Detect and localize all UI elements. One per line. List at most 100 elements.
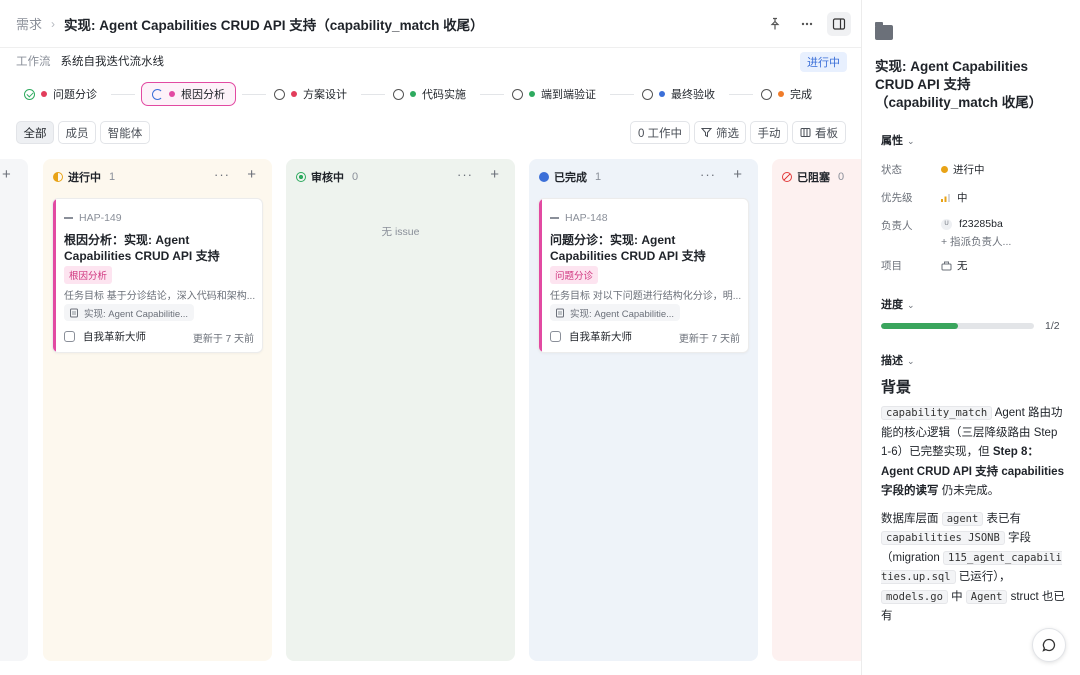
stage-dot [291, 91, 297, 97]
empty-circle-icon [761, 88, 772, 100]
description-section[interactable]: 描述 ⌄ [881, 352, 915, 368]
description-label: 描述 [881, 355, 903, 367]
inline-code: agent [941, 511, 984, 526]
stage-label: 方案设计 [303, 89, 347, 101]
board-column-done: 已完成 1 ··· + HAP-148 问题分诊：实现: Agent Capab… [529, 159, 758, 661]
stage-implement[interactable]: 代码实施 [391, 82, 474, 106]
column-header: 已阻塞 0 [782, 169, 851, 185]
sort-manual-button[interactable]: 手动 [750, 121, 788, 144]
stage-e2e[interactable]: 端到端验证 [510, 82, 604, 106]
stage-root-cause[interactable]: 根因分析 [141, 82, 236, 106]
empty-circle-icon [274, 88, 285, 100]
issue-desc: 任务目标 基于分诊结论，深入代码和架构... [64, 291, 256, 302]
chat-icon [1042, 638, 1056, 652]
column-count: 0 [838, 171, 845, 183]
issue-title: 根因分析：实现: Agent Capabilities CRUD API 支持（… [64, 233, 220, 263]
issue-id: HAP-148 [550, 212, 608, 224]
stage-design[interactable]: 方案设计 [272, 82, 355, 106]
column-label: 已阻塞 [797, 172, 830, 184]
project-key: 项目 [881, 260, 902, 272]
parent-link[interactable]: 实现: Agent Capabilitie... [64, 304, 194, 321]
board-column-review: 审核中 0 ··· + 无 issue [286, 159, 515, 661]
assignee-value[interactable]: Uf23285ba [941, 218, 1003, 230]
issue-card[interactable]: HAP-148 问题分诊：实现: Agent Capabilities CRUD… [538, 198, 749, 353]
bot-icon [64, 331, 75, 342]
chat-button[interactable] [1032, 628, 1066, 662]
progress-label: 进度 [881, 299, 903, 311]
empty-circle-icon [512, 88, 523, 100]
stage-connector [242, 93, 266, 95]
desc-text: 仍未完成。 [938, 485, 1000, 497]
board-view-button[interactable]: 看板 [792, 121, 846, 144]
pin-icon[interactable] [763, 12, 787, 36]
more-icon[interactable]: ··· [457, 167, 473, 182]
more-icon[interactable]: ··· [700, 167, 716, 182]
empty-circle-icon [393, 88, 404, 100]
status-value[interactable]: 进行中 [941, 162, 985, 177]
parent-link-text: 实现: Agent Capabilitie... [570, 308, 675, 320]
page-header: 需求 › 实现: Agent Capabilities CRUD API 支持（… [0, 0, 861, 48]
assignee-name: 自我革新大师 [569, 331, 632, 343]
issue-card[interactable]: HAP-149 根因分析：实现: Agent Capabilities CRUD… [52, 198, 263, 353]
column-label: 审核中 [311, 172, 344, 184]
chevron-down-icon: ⌄ [907, 136, 915, 146]
review-status-icon [296, 172, 306, 182]
doc-icon [556, 308, 564, 317]
avatar: U [941, 218, 952, 230]
more-icon[interactable] [795, 12, 819, 36]
issue-tag: 根因分析 [64, 266, 113, 284]
breadcrumb[interactable]: 需求 [16, 14, 42, 33]
column-label: 进行中 [68, 172, 101, 184]
priority-icon [64, 217, 73, 219]
project-value[interactable]: 无 [941, 258, 968, 273]
toggle-panel-icon[interactable] [827, 12, 851, 36]
issue-id: HAP-149 [64, 212, 122, 224]
blocked-status-icon [782, 172, 792, 182]
empty-state: 无 issue [381, 226, 420, 238]
stage-triage[interactable]: 问题分诊 [22, 82, 105, 106]
filter-agents-button[interactable]: 智能体 [100, 121, 150, 144]
desc-paragraph: capability_match Agent 路由功能的核心逻辑（三层降级路由 … [881, 404, 1066, 502]
column-count: 0 [352, 171, 359, 183]
column-header: 已完成 1 ··· + [539, 166, 748, 185]
more-icon[interactable]: ··· [214, 167, 230, 182]
filter-button[interactable]: 筛选 [694, 121, 746, 144]
assign-more-link[interactable]: + 指派负责人... [941, 234, 1011, 249]
issue-title: 问题分诊：实现: Agent Capabilities CRUD API 支持（… [550, 233, 706, 263]
priority-icon [550, 217, 559, 219]
priority-value[interactable]: 中 [941, 190, 968, 205]
check-circle-icon [24, 88, 35, 100]
stage-connector [729, 93, 753, 95]
stage-dot [410, 91, 416, 97]
working-count-button[interactable]: 0 工作中 [630, 121, 690, 144]
stage-acceptance[interactable]: 最终验收 [640, 82, 723, 106]
priority-bars-icon [941, 194, 950, 202]
filter-members-button[interactable]: 成员 [58, 121, 96, 144]
stage-label: 最终验收 [671, 89, 715, 101]
workflow-value[interactable]: 系统自我迭代流水线 [61, 53, 165, 69]
column-label: 已完成 [554, 172, 587, 184]
progress-section[interactable]: 进度 ⌄ [881, 296, 915, 312]
add-icon[interactable]: + [2, 166, 11, 183]
add-icon[interactable]: + [490, 166, 499, 183]
board-label: 看板 [815, 127, 838, 140]
progress-fill [881, 323, 958, 329]
filter-all-button[interactable]: 全部 [16, 121, 54, 144]
add-icon[interactable]: + [247, 166, 256, 183]
desc-text: 数据库层面 [881, 512, 942, 525]
assignee: 自我革新大师 [550, 329, 632, 344]
column-count: 1 [595, 171, 602, 183]
board-toolbar: 全部 成员 智能体 0 工作中 筛选 手动 看板 [16, 121, 849, 145]
properties-section[interactable]: 属性 ⌄ [881, 132, 915, 148]
in-progress-icon [152, 88, 163, 100]
chevron-right-icon: › [51, 16, 56, 31]
desc-heading: 背景 [881, 379, 912, 396]
parent-link[interactable]: 实现: Agent Capabilitie... [550, 304, 680, 321]
inline-code: capability_match [881, 406, 993, 420]
stage-done[interactable]: 完成 [759, 82, 820, 106]
board-column-blocked: 已阻塞 0 [772, 159, 861, 661]
issue-id-text: HAP-149 [79, 212, 122, 224]
add-icon[interactable]: + [733, 166, 742, 183]
inline-code: capabilities JSONB [881, 531, 1005, 545]
stage-connector [361, 93, 385, 95]
